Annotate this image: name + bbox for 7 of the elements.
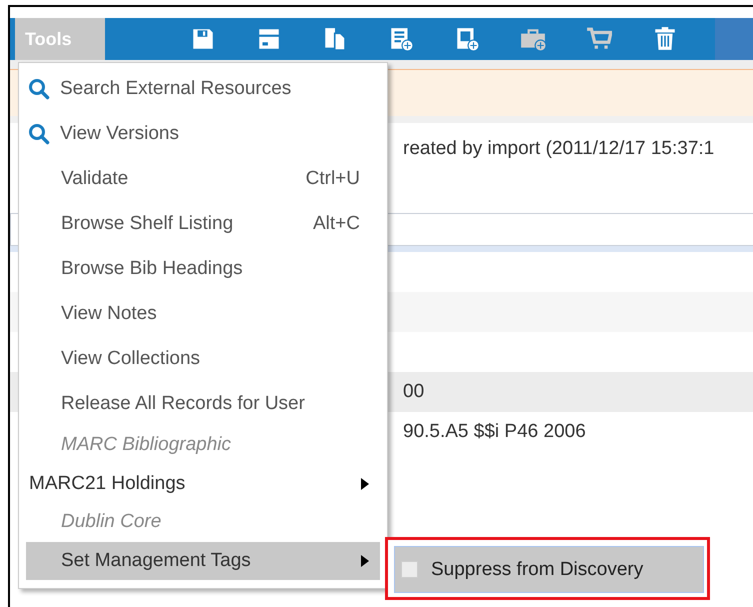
record-info: reated by import (2011/12/17 15:37:1 [403, 138, 714, 159]
field-text: 00 [403, 381, 424, 403]
shortcut-text: Ctrl+U [306, 168, 360, 190]
shortcut-text: Alt+C [313, 212, 360, 234]
field-text: 90.5.A5 $$i P46 2006 [403, 421, 586, 443]
menu-section-label: MARC Bibliographic [60, 433, 232, 458]
menu-section-label: Dublin Core [60, 510, 162, 534]
